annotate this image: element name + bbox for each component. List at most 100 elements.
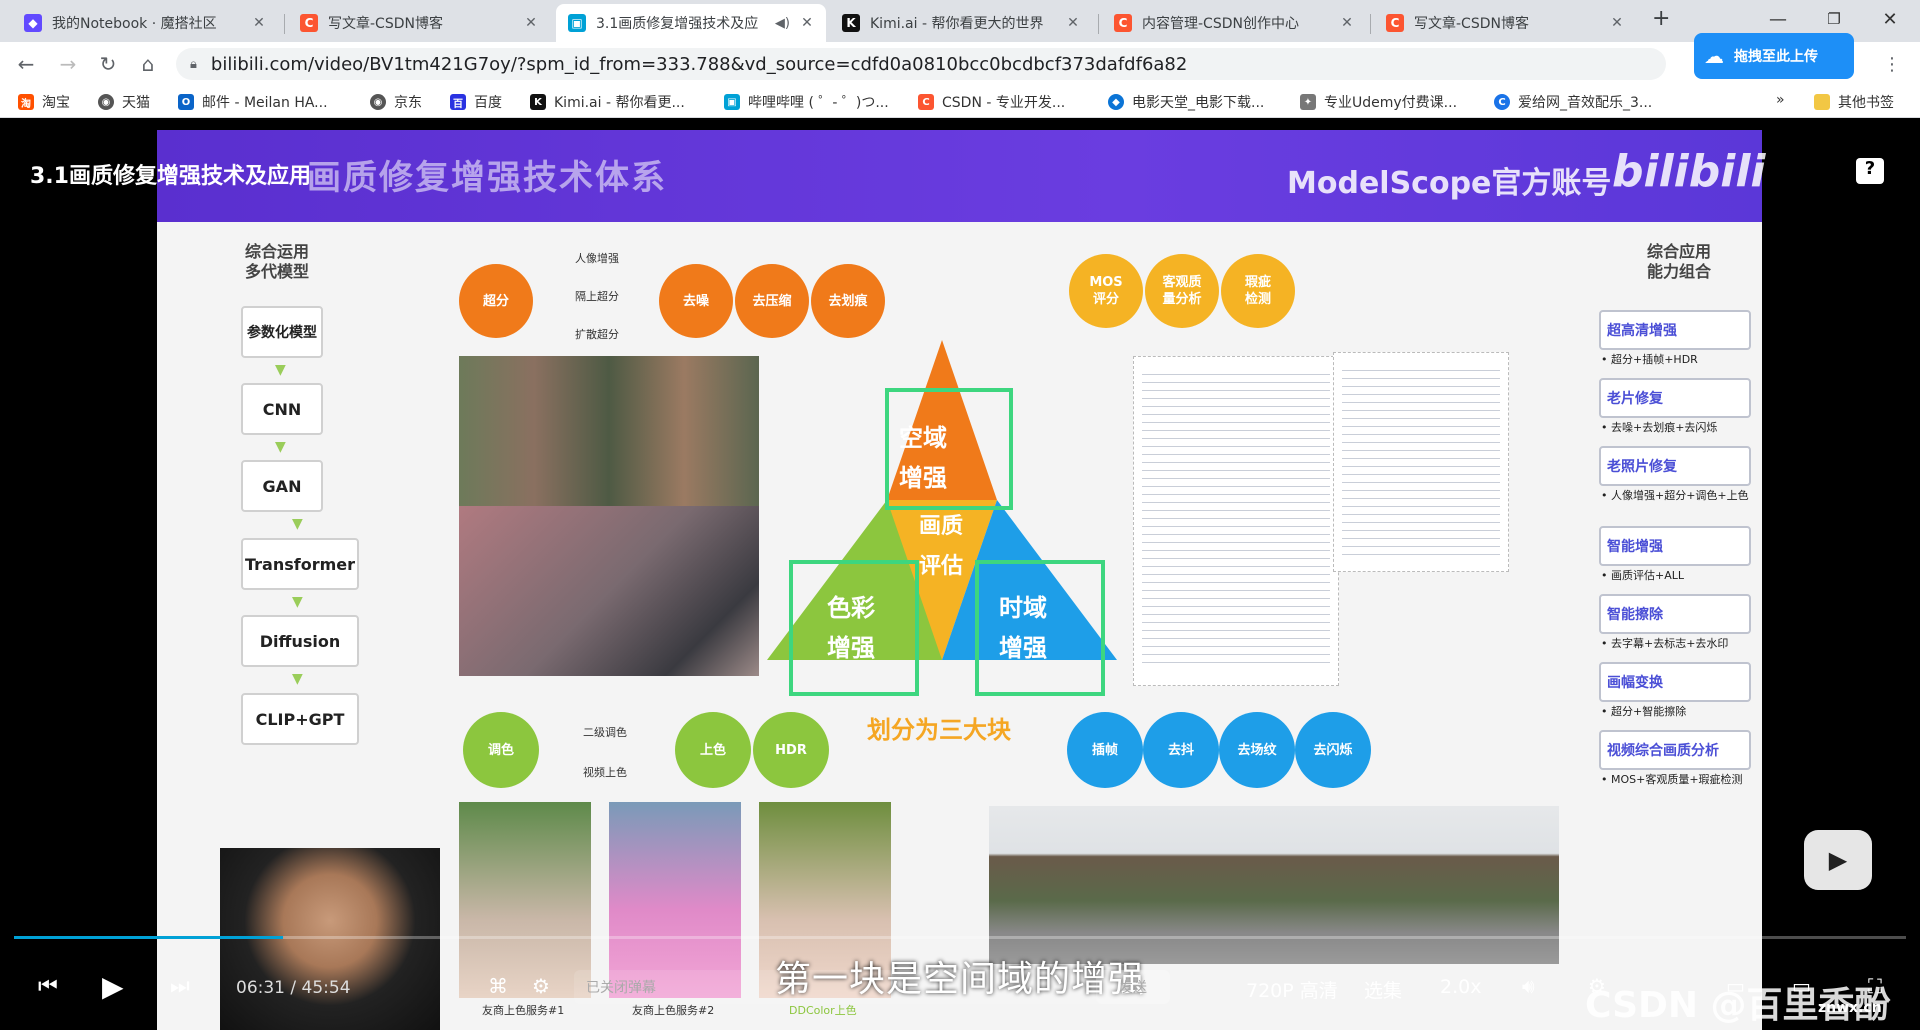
right-column-title: 综合应用 能力组合 bbox=[1646, 242, 1711, 281]
tab-label: 3.1画质修复增强技术及应 bbox=[596, 16, 759, 32]
close-icon[interactable]: ✕ bbox=[1608, 15, 1626, 31]
url-text[interactable]: bilibili.com/video/BV1tm421G7oy/?spm_id_… bbox=[211, 54, 1187, 75]
highlight-box-temporal bbox=[975, 560, 1105, 696]
quality-button[interactable]: 720P 高清 bbox=[1246, 976, 1338, 1003]
close-icon[interactable]: ✕ bbox=[522, 15, 540, 31]
shield-icon: ◆ bbox=[1108, 94, 1124, 110]
taobao-icon: 淘 bbox=[18, 94, 34, 110]
next-icon[interactable]: ⏭ bbox=[170, 974, 190, 999]
close-icon[interactable]: ✕ bbox=[1064, 15, 1082, 31]
bookmark-bilibili[interactable]: ▣ 哔哩哔哩 ( ゜- ゜)つ... bbox=[724, 92, 889, 112]
slide-header: 画质修复增强技术体系 ModelScope官方账号 bilibili bbox=[157, 130, 1766, 222]
pill-mos-score: MOS 评分 bbox=[1069, 254, 1143, 328]
bookmark-jd[interactable]: ◉ 京东 bbox=[370, 92, 422, 112]
danmaku-toggle-icon[interactable]: ⌘ bbox=[488, 974, 508, 998]
highlight-box-color bbox=[789, 560, 919, 696]
home-icon[interactable]: ⌂ bbox=[132, 48, 164, 80]
presenter-webcam-image bbox=[220, 848, 440, 1030]
help-icon[interactable]: ? bbox=[1856, 158, 1884, 184]
tab-csdn-write[interactable]: C 写文章-CSDN博客 ✕ bbox=[288, 4, 550, 42]
tab-label: 写文章-CSDN博客 bbox=[328, 16, 443, 32]
play-icon[interactable]: ▶ bbox=[102, 970, 124, 1003]
close-icon[interactable]: ✕ bbox=[1338, 15, 1356, 31]
speaker-icon[interactable]: ◀) bbox=[775, 16, 790, 31]
speed-button[interactable]: 2.0x bbox=[1440, 976, 1481, 998]
bookmark-taobao[interactable]: 淘淘宝 bbox=[18, 92, 70, 112]
tab-label: 我的Notebook · 魔搭社区 bbox=[52, 16, 217, 32]
kimi-icon: K bbox=[842, 14, 860, 32]
forward-icon[interactable]: → bbox=[52, 48, 84, 80]
mini-player-icon[interactable]: ▶ bbox=[1804, 830, 1872, 890]
capability-note: • 去噪+去划痕+去闪烁 bbox=[1601, 421, 1718, 434]
episodes-button[interactable]: 选集 bbox=[1364, 976, 1402, 1003]
bookmark-csdn[interactable]: C CSDN - 专业开发... bbox=[918, 92, 1065, 112]
capability-note: • 超分+智能擦除 bbox=[1601, 705, 1687, 718]
previous-icon[interactable]: ⏮ bbox=[38, 974, 58, 999]
window-close-icon[interactable]: ✕ bbox=[1862, 0, 1918, 38]
pill-denoise: 去噪 bbox=[659, 264, 733, 338]
current-time: 06:31 bbox=[236, 978, 285, 998]
back-icon[interactable]: ← bbox=[10, 48, 42, 80]
capability-note: • 超分+插帧+HDR bbox=[1601, 353, 1698, 366]
lock-icon[interactable]: 🔒︎ bbox=[190, 57, 197, 72]
address-bar[interactable]: 🔒︎ bilibili.com/video/BV1tm421G7oy/?spm_… bbox=[176, 48, 1666, 80]
close-icon[interactable]: ✕ bbox=[250, 15, 268, 31]
pill-defect-detection: 瑕疵 检测 bbox=[1221, 254, 1295, 328]
photo-caption: 友商上色服务#2 bbox=[632, 1004, 715, 1017]
model-box: Diffusion bbox=[241, 615, 359, 667]
pill-deinterlace: 去场纹 bbox=[1219, 712, 1295, 788]
model-box: 参数化模型 bbox=[241, 306, 323, 358]
csdn-icon: C bbox=[918, 94, 934, 110]
reload-icon[interactable]: ↻ bbox=[92, 48, 124, 80]
bookmark-tmall[interactable]: ◉ 天猫 bbox=[98, 92, 150, 112]
slide-brand: ModelScope官方账号 bbox=[1287, 166, 1612, 201]
menu-icon[interactable]: ⋮ bbox=[1876, 48, 1908, 80]
branch-label: 扩散超分 bbox=[575, 328, 619, 341]
volume-icon[interactable]: 🔊︎ bbox=[1522, 974, 1535, 998]
tab-label: 写文章-CSDN博客 bbox=[1414, 16, 1529, 32]
pill-color-grading: 调色 bbox=[463, 712, 539, 788]
bookmark-mail[interactable]: O 邮件 - Meilan HA... bbox=[178, 92, 328, 112]
left-column-title: 综合运用 多代模型 bbox=[244, 242, 309, 281]
bookmarks-bar: 淘淘宝 ◉ 天猫 O 邮件 - Meilan HA... ◉ 京东 百百度 K Kimi… bbox=[0, 86, 1920, 118]
tab-csdn-write-2[interactable]: C 写文章-CSDN博客 ✕ bbox=[1374, 4, 1636, 42]
cloud-icon: ☁ bbox=[1704, 44, 1724, 68]
danmaku-input[interactable]: 已关闭弹幕 bbox=[574, 970, 1170, 1004]
branch-label: 视频上色 bbox=[583, 766, 627, 779]
colorize-sample-2-image bbox=[609, 802, 741, 998]
restored-photo-image bbox=[459, 506, 759, 676]
capability-box: 老片修复 bbox=[1599, 378, 1751, 418]
progress-bar[interactable] bbox=[14, 936, 1906, 939]
slide-title: 画质修复增强技术体系 bbox=[307, 158, 667, 198]
total-time: 45:54 bbox=[301, 978, 351, 998]
close-icon[interactable]: ✕ bbox=[798, 15, 816, 31]
capability-box: 视频综合画质分析 bbox=[1599, 730, 1751, 770]
send-danmaku-button[interactable]: 发送 bbox=[1096, 970, 1170, 1004]
other-bookmarks[interactable]: 其他书签 bbox=[1814, 92, 1894, 112]
bookmark-baidu[interactable]: 百百度 bbox=[450, 92, 502, 112]
json-panel-right bbox=[1333, 352, 1509, 572]
bookmark-dytt[interactable]: ◆ 电影天堂_电影下载... bbox=[1108, 92, 1264, 112]
pill-decompress: 去压缩 bbox=[735, 264, 809, 338]
danmaku-settings-icon[interactable]: ⚙ bbox=[532, 974, 550, 998]
new-tab-button[interactable]: + bbox=[1652, 6, 1670, 31]
folder-icon bbox=[1814, 94, 1830, 110]
pyramid-center-label: 画质 评估 bbox=[919, 514, 964, 579]
tab-kimi[interactable]: K Kimi.ai - 帮你看更大的世界 ✕ bbox=[830, 4, 1092, 42]
bookmarks-overflow[interactable]: » bbox=[1776, 92, 1785, 108]
capability-box: 智能增强 bbox=[1599, 526, 1751, 566]
capability-box: 老照片修复 bbox=[1599, 446, 1751, 486]
model-box: GAN bbox=[241, 460, 323, 512]
bilibili-logo: bilibili bbox=[1612, 146, 1766, 197]
video-player[interactable]: 画质修复增强技术体系 ModelScope官方账号 bilibili 综合运用 … bbox=[0, 118, 1920, 1030]
pill-objective-quality: 客观质 量分析 bbox=[1145, 254, 1219, 328]
bookmark-kimi[interactable]: K Kimi.ai - 帮你看更... bbox=[530, 92, 685, 112]
tab-csdn-content[interactable]: C 内容管理-CSDN创作中心 ✕ bbox=[1102, 4, 1366, 42]
cloud-upload-button[interactable]: ☁ 拖拽至此上传 bbox=[1694, 33, 1854, 79]
bookmark-aigei[interactable]: C 爱给网_音效配乐_3... bbox=[1494, 92, 1652, 112]
bookmark-udemy[interactable]: ✦ 专业Udemy付费课... bbox=[1300, 92, 1457, 112]
tab-modelscope-notebook[interactable]: ◆ 我的Notebook · 魔搭社区 ✕ bbox=[12, 4, 278, 42]
pill-super-resolution: 超分 bbox=[459, 264, 533, 338]
tab-bilibili-video[interactable]: ▣ 3.1画质修复增强技术及应 ◀) ✕ bbox=[556, 4, 826, 42]
model-box: Transformer bbox=[241, 538, 359, 590]
